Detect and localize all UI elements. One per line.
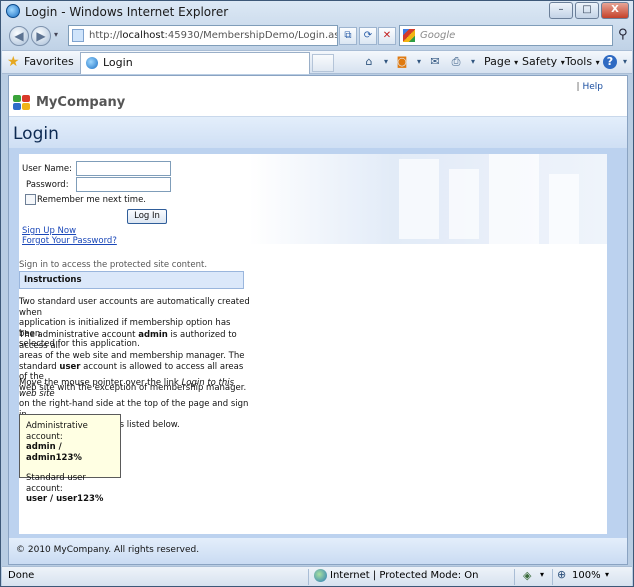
feeds-icon[interactable]: ◙ [395,55,409,69]
help-link[interactable]: Help [582,82,603,92]
para2-admin-word: admin [138,330,168,340]
print-chevron-icon[interactable]: ▾ [466,55,480,69]
tools-menu-label: Tools [565,55,593,68]
instructions-heading: Instructions [19,271,244,289]
search-input[interactable]: Google [399,25,613,46]
admin-caption: Administrative account: [26,421,88,442]
page-icon [72,29,84,42]
para2-line3a: standard [19,361,60,372]
print-icon[interactable]: ⎙ [449,55,463,69]
para2-user-word: user [59,361,81,372]
para1-line1: Two standard user accounts are automatic… [19,297,250,318]
close-button[interactable]: X [601,2,629,19]
security-zone-text[interactable]: Internet | Protected Mode: On [330,570,478,581]
title-bar: Login - Windows Internet Explorer – □ X [1,1,633,23]
tab-title: Login [103,56,133,69]
address-input[interactable]: http://localhost:45930/MembershipDemo/Lo… [68,25,338,46]
accounts-note: Administrative account: admin / admin123… [19,414,121,504]
google-icon [403,29,415,42]
feeds-chevron-icon[interactable]: ▾ [412,55,426,69]
tab-login[interactable]: Login [80,52,310,74]
tab-page-icon [86,57,98,69]
top-links: | Help [577,82,603,92]
help-icon[interactable]: ? [603,55,617,69]
password-field[interactable] [76,177,171,192]
main-area: User Name: Password: Remember me next ti… [9,148,627,538]
para2-line2: areas of the web site and membership man… [19,351,245,361]
command-bar: ★ Favorites Login ⌂ ▾ ◙ ▾ ✉ ⎙ ▾ Page ▾ S… [2,50,632,74]
safety-menu[interactable]: Safety ▾ [522,53,565,72]
page-footer: © 2010 MyCompany. All rights reserved. [9,538,627,564]
home-chevron-icon[interactable]: ▾ [379,55,393,69]
page-title: Login [13,124,59,144]
refresh-icon[interactable]: ⟳ [359,27,377,45]
para3-line1a: Move the mouse pointer over the link [19,378,182,388]
browser-window: Login - Windows Internet Explorer – □ X … [0,0,634,587]
back-arrow-icon[interactable]: ◀ [9,26,29,46]
tools-menu[interactable]: Tools ▾ [565,53,600,72]
url-host: localhost [119,30,165,41]
internet-zone-globe-icon [314,569,327,582]
help-separator: | [576,82,580,92]
protected-mode-icon[interactable]: ◈ [523,569,531,582]
home-icon[interactable]: ⌂ [362,55,376,69]
compatibility-view-icon[interactable]: ⧉ [339,27,357,45]
brand-name: MyCompany [36,95,126,110]
username-label: User Name: [22,164,73,174]
zoom-level[interactable]: 100% [572,570,601,581]
forgot-password-link[interactable]: Forgot Your Password? [22,236,117,246]
search-icon[interactable]: ⚲ [618,27,628,42]
favorites-star-icon: ★ [7,54,20,70]
stop-icon[interactable]: ✕ [378,27,396,45]
page-menu-label: Page [484,55,511,68]
content-panel: User Name: Password: Remember me next ti… [19,154,607,534]
sign-in-hint: Sign in to access the protected site con… [19,260,208,270]
safety-menu-label: Safety [522,55,558,68]
status-text: Done [8,570,35,581]
favorites-label: Favorites [24,55,74,68]
help-chevron-icon[interactable]: ▾ [618,55,632,69]
maximize-button[interactable]: □ [575,2,599,19]
para2-line1a: The administrative account [19,330,139,340]
page-header: Login [9,116,627,148]
password-label: Password: [26,180,69,190]
login-button[interactable]: Log In [127,209,167,224]
address-toolbar: ◀ ▶ ▾ http://localhost:45930/MembershipD… [1,23,633,49]
search-placeholder: Google [420,30,456,41]
internet-explorer-icon [6,4,20,18]
zoom-icon[interactable]: ⊕ [557,568,566,581]
recent-pages-chevron-icon[interactable]: ▾ [54,30,58,39]
mycompany-logo-icon [13,95,31,110]
page-viewport: | Help MyCompany Login User Name: Passwo… [8,75,628,565]
window-title: Login - Windows Internet Explorer [25,5,229,19]
header-graphic [249,154,607,244]
copyright-text: © 2010 MyCompany. All rights reserved. [16,545,200,555]
remember-me-checkbox[interactable] [25,194,36,205]
forward-arrow-icon[interactable]: ▶ [31,26,51,46]
minimize-button[interactable]: – [549,2,573,19]
mail-icon[interactable]: ✉ [428,55,442,69]
username-field[interactable] [76,161,171,176]
zone-chevron-icon[interactable]: ▾ [540,570,544,579]
user-credentials: user / user123% [26,494,104,504]
page-menu[interactable]: Page ▾ [484,53,518,72]
page-menu-chevron-icon: ▾ [514,58,519,67]
url-prefix: http:// [89,30,120,41]
tools-menu-chevron-icon: ▾ [595,58,600,67]
user-caption: Standard user account: [26,473,86,494]
zoom-chevron-icon[interactable]: ▾ [605,570,609,579]
new-tab-button[interactable] [312,54,334,72]
status-bar: Done Internet | Protected Mode: On ◈ ▾ ⊕… [2,566,632,586]
favorites-button[interactable]: ★ Favorites [7,53,74,72]
brand-bar: MyCompany [9,92,627,114]
admin-credentials: admin / admin123% [26,442,82,463]
remember-me-label: Remember me next time. [37,195,147,205]
url-rest: :45930/MembershipDemo/Login.aspx?Ret [164,30,337,41]
sign-up-link[interactable]: Sign Up Now [22,226,76,236]
